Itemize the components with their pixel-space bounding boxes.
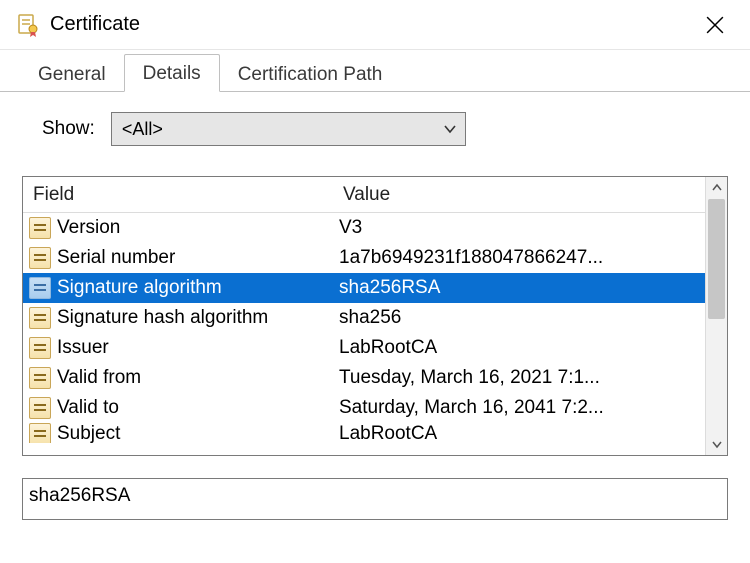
cell-value: Saturday, March 16, 2041 7:2... [333, 397, 705, 419]
close-button[interactable] [692, 2, 738, 48]
column-header-value[interactable]: Value [333, 177, 705, 212]
scroll-down-button[interactable] [706, 433, 727, 455]
chevron-down-icon [435, 113, 465, 145]
field-label: Signature hash algorithm [57, 307, 268, 329]
cell-value: 1a7b6949231f188047866247... [333, 247, 705, 269]
certificate-dialog: Certificate General Details Certificatio… [0, 0, 750, 563]
list-row[interactable]: Valid to Saturday, March 16, 2041 7:2... [23, 393, 705, 423]
show-dropdown[interactable]: <All> [111, 112, 466, 146]
scroll-up-button[interactable] [706, 177, 727, 199]
cell-value: LabRootCA [333, 423, 705, 443]
list-row[interactable]: Subject LabRootCA [23, 423, 705, 443]
value-label: sha256RSA [339, 277, 440, 299]
field-list: Field Value Version V3 Serial number 1a7b69… [22, 176, 728, 456]
cell-field: Issuer [23, 337, 333, 359]
tab-certification-path[interactable]: Certification Path [220, 56, 401, 92]
list-row[interactable]: Issuer LabRootCA [23, 333, 705, 363]
field-label: Signature algorithm [57, 277, 222, 299]
list-row[interactable]: Serial number 1a7b6949231f188047866247... [23, 243, 705, 273]
field-label: Serial number [57, 247, 175, 269]
tab-content: Show: <All> Field Value Version V3 Serial … [0, 92, 750, 520]
show-filter-row: Show: <All> [42, 112, 728, 146]
field-label: Version [57, 217, 120, 239]
close-icon [706, 16, 724, 34]
list-row[interactable]: Signature hash algorithm sha256 [23, 303, 705, 333]
property-icon [29, 397, 51, 419]
show-label: Show: [42, 118, 95, 140]
show-dropdown-value: <All> [112, 119, 435, 140]
field-label: Issuer [57, 337, 109, 359]
cell-value: sha256RSA [333, 277, 705, 299]
property-icon [29, 337, 51, 359]
detail-value-box[interactable]: sha256RSA [22, 478, 728, 520]
cell-field: Version [23, 217, 333, 239]
value-label: Saturday, March 16, 2041 7:2... [339, 397, 604, 419]
column-header-field[interactable]: Field [23, 177, 333, 212]
cell-value: sha256 [333, 307, 705, 329]
value-label: LabRootCA [339, 423, 437, 443]
value-label: 1a7b6949231f188047866247... [339, 247, 603, 269]
certificate-icon [16, 13, 40, 37]
value-label: V3 [339, 217, 362, 239]
value-label: Tuesday, March 16, 2021 7:1... [339, 367, 600, 389]
window-title: Certificate [50, 13, 140, 36]
list-header: Field Value [23, 177, 705, 213]
tab-details[interactable]: Details [124, 54, 220, 92]
cell-field: Signature algorithm [23, 277, 333, 299]
list-row[interactable]: Valid from Tuesday, March 16, 2021 7:1... [23, 363, 705, 393]
detail-value-text: sha256RSA [29, 485, 130, 506]
scroll-thumb[interactable] [708, 199, 725, 319]
cell-field: Subject [23, 423, 333, 443]
titlebar: Certificate [0, 0, 750, 50]
vertical-scrollbar[interactable] [705, 177, 727, 455]
tab-general[interactable]: General [20, 56, 124, 92]
cell-field: Valid from [23, 367, 333, 389]
list-row[interactable]: Version V3 [23, 213, 705, 243]
cell-value: Tuesday, March 16, 2021 7:1... [333, 367, 705, 389]
field-label: Valid from [57, 367, 141, 389]
property-icon [29, 307, 51, 329]
property-icon [29, 247, 51, 269]
cell-value: V3 [333, 217, 705, 239]
value-label: LabRootCA [339, 337, 437, 359]
scroll-track[interactable] [706, 199, 727, 433]
tab-strip: General Details Certification Path [0, 50, 750, 92]
property-icon [29, 277, 51, 299]
field-label: Valid to [57, 397, 119, 419]
cell-field: Serial number [23, 247, 333, 269]
field-label: Subject [57, 423, 120, 443]
property-icon [29, 367, 51, 389]
property-icon [29, 423, 51, 443]
cell-value: LabRootCA [333, 337, 705, 359]
property-icon [29, 217, 51, 239]
value-label: sha256 [339, 307, 401, 329]
cell-field: Valid to [23, 397, 333, 419]
cell-field: Signature hash algorithm [23, 307, 333, 329]
list-row[interactable]: Signature algorithm sha256RSA [23, 273, 705, 303]
